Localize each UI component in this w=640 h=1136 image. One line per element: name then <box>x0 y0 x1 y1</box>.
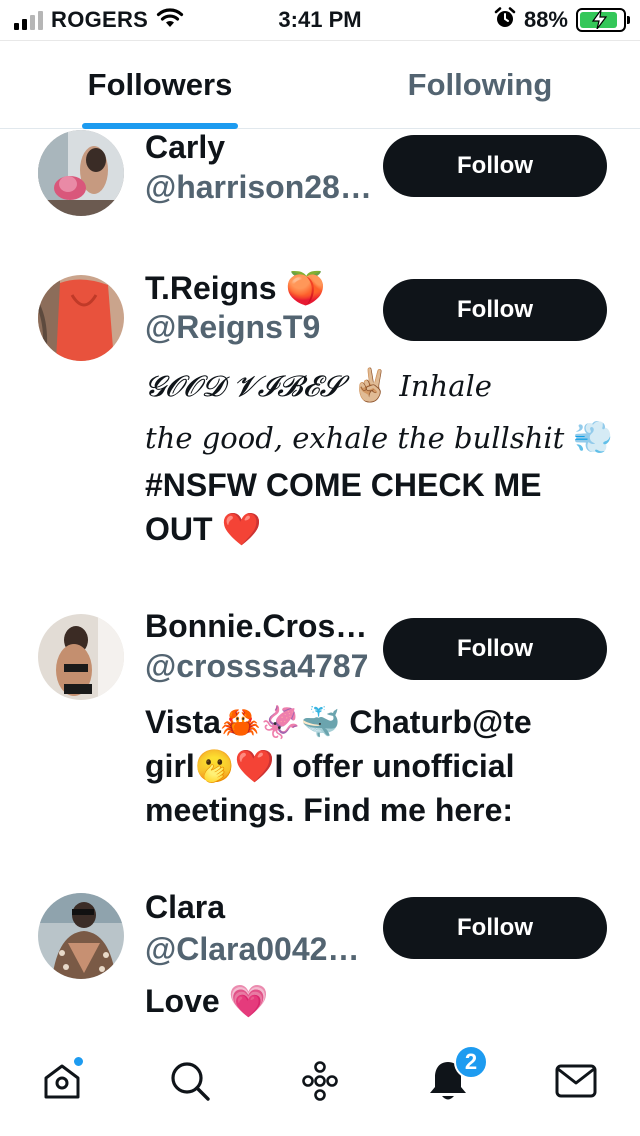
user-handle: @Clara0042… <box>145 931 360 967</box>
status-right: 88% <box>494 6 630 34</box>
battery-charging-icon <box>576 8 630 32</box>
followers-list: Carly @harrison28… Follow T.Reigns 🍑 @Re… <box>0 129 640 1031</box>
user-name: Bonnie.Cros… <box>145 608 368 644</box>
user-bio: Love 💗 <box>145 983 269 1019</box>
tab-search[interactable] <box>158 1051 222 1115</box>
home-new-dot <box>72 1055 85 1068</box>
user-bio: Vista🦀🦑🐳 Chaturb@te girl🫢❤️I offer unoff… <box>145 704 532 828</box>
list-item[interactable]: Bonnie.Cros… @crosssa4787 Follow Vista🦀🦑… <box>0 608 640 848</box>
user-name: Carly <box>145 129 226 165</box>
avatar[interactable] <box>38 130 124 216</box>
tab-home[interactable] <box>30 1051 94 1115</box>
user-handle: @crosssa4787 <box>145 648 369 684</box>
tab-spaces[interactable] <box>288 1051 352 1115</box>
bottom-tab-bar: 2 <box>0 1031 640 1136</box>
tab-followers[interactable]: Followers <box>0 41 320 129</box>
battery-percent: 88% <box>523 7 568 32</box>
tab-messages[interactable] <box>544 1051 608 1115</box>
user-handle: @harrison28… <box>145 169 372 205</box>
follow-button[interactable]: Follow <box>383 135 607 197</box>
user-bio: 𝓖𝓞𝓞𝓓 𝓥𝓘𝓑𝓔𝓢 ✌🏼 Inhale the good, exhale th… <box>145 367 614 547</box>
avatar[interactable] <box>38 614 124 700</box>
search-icon <box>169 1060 211 1107</box>
user-name: Clara <box>145 889 226 925</box>
spaces-icon <box>298 1059 342 1108</box>
user-name: T.Reigns 🍑 <box>145 270 326 306</box>
followers-tabs: Followers Following <box>0 40 640 129</box>
list-item[interactable]: T.Reigns 🍑 @ReignsT9 Follow 𝓖𝓞𝓞𝓓 𝓥𝓘𝓑𝓔𝓢 ✌… <box>0 269 640 569</box>
notifications-badge: 2 <box>454 1045 488 1079</box>
follow-button[interactable]: Follow <box>383 618 607 680</box>
messages-icon <box>555 1064 597 1103</box>
follow-button[interactable]: Follow <box>383 279 607 341</box>
list-item[interactable]: Carly @harrison28… Follow <box>0 129 640 249</box>
peach-emoji: 🍑 <box>285 270 326 306</box>
avatar[interactable] <box>38 275 124 361</box>
avatar[interactable] <box>38 893 124 979</box>
list-item[interactable]: Clara @Clara0042… Follow Love 💗 <box>0 889 640 1031</box>
follow-button[interactable]: Follow <box>383 897 607 959</box>
tab-notifications[interactable]: 2 <box>416 1045 488 1115</box>
user-handle: @ReignsT9 <box>145 309 321 345</box>
tab-following[interactable]: Following <box>320 41 640 129</box>
alarm-icon <box>494 6 516 34</box>
status-bar: ROGERS 3:41 PM 88% <box>0 0 640 40</box>
